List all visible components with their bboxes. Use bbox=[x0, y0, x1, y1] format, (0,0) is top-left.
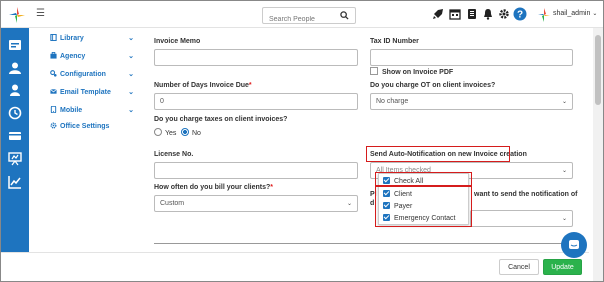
presentation-icon[interactable] bbox=[8, 152, 22, 166]
checkbox-box[interactable] bbox=[370, 67, 378, 75]
chevron-down-icon[interactable]: ⌄ bbox=[128, 52, 134, 60]
chat-button[interactable] bbox=[561, 232, 587, 258]
highlight-box-recipients bbox=[375, 185, 472, 227]
sidebar-item-label: Configuration bbox=[60, 71, 106, 78]
chevron-down-icon: ⌄ bbox=[561, 99, 567, 105]
sidebar-item-mobile[interactable]: Mobile ⌄ bbox=[50, 106, 140, 118]
scrollbar-thumb[interactable] bbox=[595, 35, 601, 105]
gear-icon[interactable] bbox=[498, 8, 510, 20]
settings-sidebar: Library ⌄ Agency ⌄ Configuration ⌄ Email… bbox=[44, 30, 141, 230]
ot-charge-value: No charge bbox=[376, 98, 409, 105]
notify-label-suffix: want to send the notification of bbox=[474, 191, 578, 198]
ot-charge-label: Do you charge OT on client invoices? bbox=[370, 82, 496, 89]
user-icon[interactable] bbox=[8, 61, 22, 75]
license-label: License No. bbox=[154, 151, 194, 158]
invoice-memo-label: Invoice Memo bbox=[154, 38, 201, 45]
tax-id-input[interactable] bbox=[370, 49, 573, 66]
radio-circle-selected[interactable] bbox=[181, 128, 189, 136]
sidebar-item-email-template[interactable]: Email Template ⌄ bbox=[50, 88, 140, 100]
chevron-down-icon[interactable]: ⌄ bbox=[128, 106, 134, 114]
chevron-down-icon[interactable]: ⌄ bbox=[128, 88, 134, 96]
bill-frequency-label: How often do you bill your clients?* bbox=[154, 184, 274, 191]
invoice-memo-input[interactable] bbox=[154, 49, 358, 66]
reports-chart-icon[interactable] bbox=[8, 175, 22, 189]
search-icon[interactable] bbox=[340, 11, 349, 20]
clock-icon[interactable] bbox=[8, 106, 22, 120]
cancel-button[interactable]: Cancel bbox=[499, 259, 539, 275]
highlight-box-notification-label bbox=[366, 146, 510, 162]
show-on-pdf-label: Show on Invoice PDF bbox=[382, 69, 454, 76]
top-bar: ☰ ? shail_admin ⌄ bbox=[1, 1, 603, 28]
sidebar-item-configuration[interactable]: Configuration ⌄ bbox=[50, 70, 140, 82]
calendar-icon[interactable] bbox=[449, 8, 461, 20]
email-icon bbox=[50, 89, 57, 94]
radio-label: Yes bbox=[165, 130, 177, 137]
svg-text:?: ? bbox=[517, 10, 523, 21]
radio-label: No bbox=[192, 130, 201, 137]
chevron-down-icon: ⌄ bbox=[561, 216, 567, 222]
notify-select[interactable]: ⌄ bbox=[470, 210, 573, 227]
username-label[interactable]: shail_admin ⌄ bbox=[553, 10, 597, 17]
billing-icon[interactable] bbox=[8, 129, 22, 143]
notify-label-line2-prefix: d bbox=[370, 200, 375, 207]
sidebar-item-agency[interactable]: Agency ⌄ bbox=[50, 52, 140, 64]
sidebar-item-label: Office Settings bbox=[60, 123, 110, 130]
sidebar-item-label: Library bbox=[60, 35, 84, 42]
person-icon[interactable] bbox=[8, 83, 22, 97]
update-button[interactable]: Update bbox=[543, 259, 582, 275]
gear-icon bbox=[50, 122, 57, 129]
license-input[interactable] bbox=[154, 162, 358, 179]
chevron-down-icon[interactable]: ⌄ bbox=[128, 70, 134, 78]
avatar[interactable] bbox=[536, 6, 552, 24]
ot-charge-select[interactable]: No charge ⌄ bbox=[370, 93, 573, 110]
days-due-input[interactable]: 0 bbox=[154, 93, 358, 110]
sidebar-item-label: Agency bbox=[60, 53, 86, 60]
show-on-pdf-checkbox[interactable]: Show on Invoice PDF bbox=[370, 67, 453, 76]
help-icon[interactable]: ? bbox=[513, 7, 527, 21]
search-input[interactable] bbox=[267, 12, 337, 27]
tax-id-label: Tax ID Number bbox=[370, 38, 419, 45]
days-due-label: Number of Days Invoice Due* bbox=[154, 82, 252, 89]
taxes-no-radio[interactable]: No bbox=[181, 128, 201, 137]
bill-frequency-value: Custom bbox=[160, 200, 185, 207]
sidebar-item-library[interactable]: Library ⌄ bbox=[50, 34, 140, 46]
taxes-label: Do you charge taxes on client invoices? bbox=[154, 116, 288, 123]
config-icon bbox=[50, 70, 57, 77]
chevron-down-icon: ⌄ bbox=[561, 168, 567, 174]
radio-circle[interactable] bbox=[154, 128, 162, 136]
bill-frequency-select[interactable]: Custom ⌄ bbox=[154, 195, 358, 212]
dashboard-icon[interactable] bbox=[8, 38, 22, 52]
bell-icon[interactable] bbox=[482, 8, 494, 20]
rocket-icon[interactable] bbox=[432, 8, 444, 20]
app-logo-icon[interactable] bbox=[7, 5, 27, 25]
chevron-down-icon[interactable]: ⌄ bbox=[128, 34, 134, 42]
sidebar-item-label: Mobile bbox=[60, 107, 83, 114]
hamburger-menu-icon[interactable]: ☰ bbox=[36, 9, 45, 19]
book-icon bbox=[50, 34, 57, 41]
chat-icon bbox=[569, 240, 579, 249]
mobile-icon bbox=[50, 106, 57, 113]
agency-icon bbox=[50, 52, 57, 59]
taxes-yes-radio[interactable]: Yes bbox=[154, 128, 176, 137]
section-divider bbox=[154, 243, 573, 244]
sidebar-item-office-settings[interactable]: Office Settings bbox=[50, 122, 140, 134]
document-icon[interactable] bbox=[466, 8, 478, 20]
left-rail bbox=[1, 28, 29, 281]
sidebar-item-label: Email Template bbox=[60, 89, 111, 96]
search-box[interactable] bbox=[262, 7, 356, 27]
chevron-down-icon: ⌄ bbox=[346, 201, 352, 207]
